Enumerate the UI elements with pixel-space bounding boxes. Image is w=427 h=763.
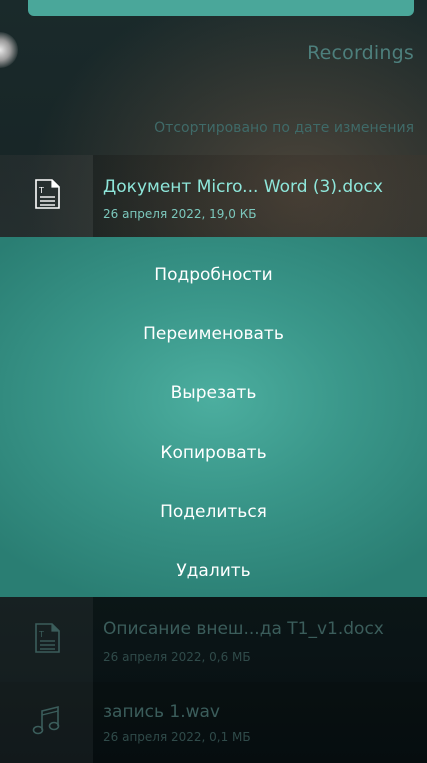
- file-icon-box: [0, 682, 93, 763]
- file-meta: 26 апреля 2022, 0,6 МБ: [103, 650, 251, 664]
- menu-item-share[interactable]: Поделиться: [0, 484, 427, 540]
- file-name: запись 1.wav: [103, 702, 220, 722]
- top-accent-bar: [28, 0, 414, 16]
- file-icon-box: T: [0, 155, 93, 237]
- menu-item-delete[interactable]: Удалить: [0, 543, 427, 599]
- file-row-selected[interactable]: T Документ Micro... Word (3).docx 26 апр…: [0, 155, 427, 237]
- svg-text:T: T: [38, 630, 44, 639]
- document-icon: T: [32, 178, 62, 214]
- file-icon-box: T: [0, 597, 93, 682]
- page-title: Recordings: [307, 42, 414, 64]
- light-orb-decoration: [0, 32, 18, 68]
- svg-text:T: T: [38, 186, 44, 195]
- file-name: Описание внеш...да T1_v1.docx: [103, 619, 384, 639]
- menu-item-copy[interactable]: Копировать: [0, 425, 427, 481]
- file-row[interactable]: T Описание внеш...да T1_v1.docx 26 апрел…: [0, 597, 427, 682]
- music-note-icon: [31, 704, 63, 742]
- sort-label[interactable]: Отсортировано по дате изменения: [154, 120, 414, 136]
- context-menu: Подробности Переименовать Вырезать Копир…: [0, 237, 427, 597]
- menu-item-cut[interactable]: Вырезать: [0, 365, 427, 421]
- document-icon: T: [32, 622, 62, 658]
- file-row[interactable]: запись 1.wav 26 апреля 2022, 0,1 МБ: [0, 682, 427, 763]
- file-meta: 26 апреля 2022, 19,0 КБ: [103, 207, 257, 221]
- file-meta: 26 апреля 2022, 0,1 МБ: [103, 730, 251, 744]
- file-name: Документ Micro... Word (3).docx: [103, 177, 383, 197]
- menu-item-details[interactable]: Подробности: [0, 247, 427, 303]
- menu-item-rename[interactable]: Переименовать: [0, 306, 427, 362]
